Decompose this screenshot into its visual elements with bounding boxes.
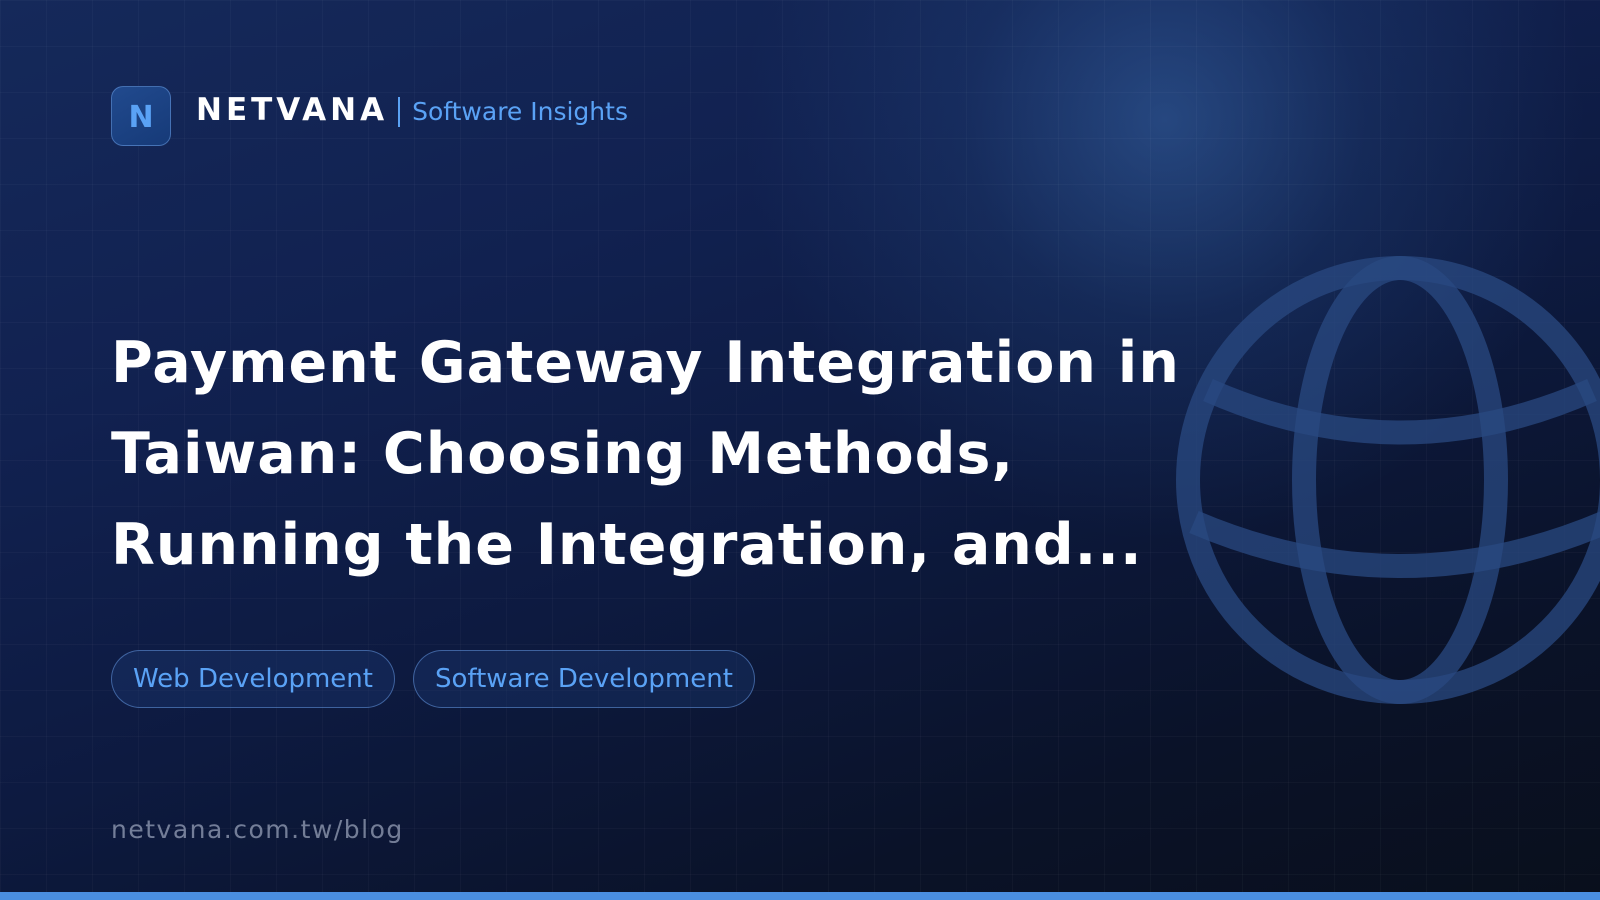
brand-header: N NETVANA Software Insights bbox=[111, 84, 628, 148]
tag-software-development[interactable]: Software Development bbox=[412, 650, 755, 708]
logo-badge: N bbox=[111, 86, 171, 146]
title-line-3: Running the Integration, and... bbox=[111, 512, 1143, 578]
article-title: Payment Gateway Integration in Taiwan: C… bbox=[111, 318, 1191, 591]
cover-canvas: N NETVANA Software Insights Payment Gate… bbox=[0, 0, 1600, 900]
category-tags: Web Development Software Development bbox=[111, 650, 755, 708]
brand-name: NETVANA bbox=[196, 92, 389, 128]
title-line-1: Payment Gateway Integration in bbox=[111, 330, 1180, 396]
title-line-2: Taiwan: Choosing Methods, bbox=[111, 421, 1015, 487]
tag-web-development[interactable]: Web Development bbox=[111, 650, 395, 708]
globe-icon bbox=[1176, 256, 1600, 704]
logo-letter: N bbox=[128, 100, 154, 135]
blog-url: netvana.com.tw/blog bbox=[111, 815, 404, 844]
brand-separator bbox=[398, 97, 401, 127]
bottom-accent-bar bbox=[0, 892, 1600, 900]
brand-tagline: Software Insights bbox=[412, 96, 628, 126]
